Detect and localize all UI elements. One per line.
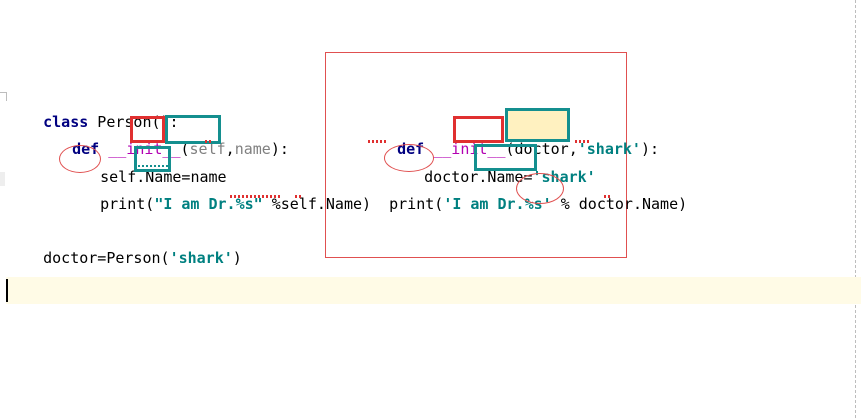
annotation-box-doctor: [453, 116, 504, 143]
instance-call: doctor=Person(: [43, 249, 170, 267]
warning-squiggle: [575, 140, 589, 143]
instance-close: ): [232, 249, 242, 267]
warning-squiggle: [205, 140, 213, 143]
warning-squiggle: [230, 195, 280, 198]
annotation-circle-self: [59, 145, 101, 173]
param-comma: ,: [225, 140, 235, 158]
warning-squiggle: [368, 140, 386, 143]
print-call: print(: [389, 195, 444, 213]
fold-icon[interactable]: [0, 92, 7, 101]
annotation-box-self: [130, 116, 165, 143]
code-line-class[interactable]: class Person():: [7, 92, 178, 131]
annotation-circle-doctor: [384, 144, 434, 172]
current-line-highlight: [6, 277, 861, 304]
annotation-box-shark-outline: [505, 108, 570, 142]
instance-string: 'shark': [169, 249, 233, 267]
hint-underline: [138, 165, 168, 167]
code-line-instance[interactable]: doctor=Person('shark'): [7, 228, 242, 267]
annotation-box-shark-ref: [474, 144, 537, 171]
annotation-box-name-ref: [134, 146, 171, 172]
editor-edge: [855, 0, 857, 418]
print-call: print(: [100, 195, 155, 213]
gutter-marker-icon: [0, 172, 5, 186]
paren-close: ):: [270, 140, 289, 158]
paren-close: ):: [640, 140, 660, 158]
code-editor[interactable]: class Person(): def __init__(self,name):…: [0, 0, 861, 418]
warning-squiggle: [604, 195, 612, 198]
warning-squiggle: [295, 195, 303, 198]
text-caret: [6, 279, 8, 302]
attr-ref: .Name): [632, 195, 688, 213]
annotation-circle-doctor-print: [516, 173, 564, 204]
param-name: name: [234, 140, 271, 158]
